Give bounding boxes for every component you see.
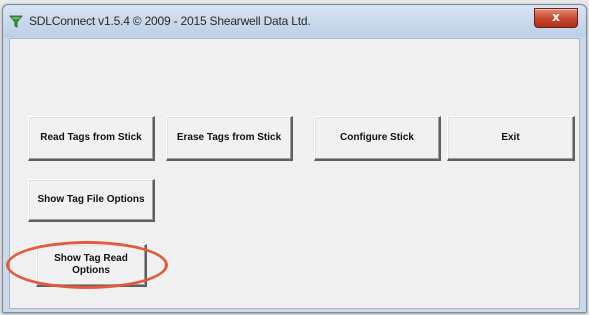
- close-icon: x: [552, 10, 560, 24]
- erase-tags-button[interactable]: Erase Tags from Stick: [166, 116, 293, 161]
- exit-button[interactable]: Exit: [447, 116, 575, 161]
- app-icon: [9, 14, 23, 28]
- window-title: SDLConnect v1.5.4 © 2009 - 2015 Shearwel…: [29, 14, 311, 28]
- app-window: SDLConnect v1.5.4 © 2009 - 2015 Shearwel…: [2, 4, 587, 313]
- read-tags-button[interactable]: Read Tags from Stick: [28, 116, 155, 161]
- main-panel: Read Tags from Stick Erase Tags from Sti…: [6, 38, 580, 309]
- configure-stick-button[interactable]: Configure Stick: [314, 116, 441, 161]
- show-tag-read-options-button[interactable]: Show Tag Read Options: [36, 244, 147, 287]
- close-button[interactable]: x: [534, 8, 578, 28]
- title-bar[interactable]: SDLConnect v1.5.4 © 2009 - 2015 Shearwel…: [3, 5, 586, 37]
- show-tag-file-options-button[interactable]: Show Tag File Options: [28, 179, 155, 222]
